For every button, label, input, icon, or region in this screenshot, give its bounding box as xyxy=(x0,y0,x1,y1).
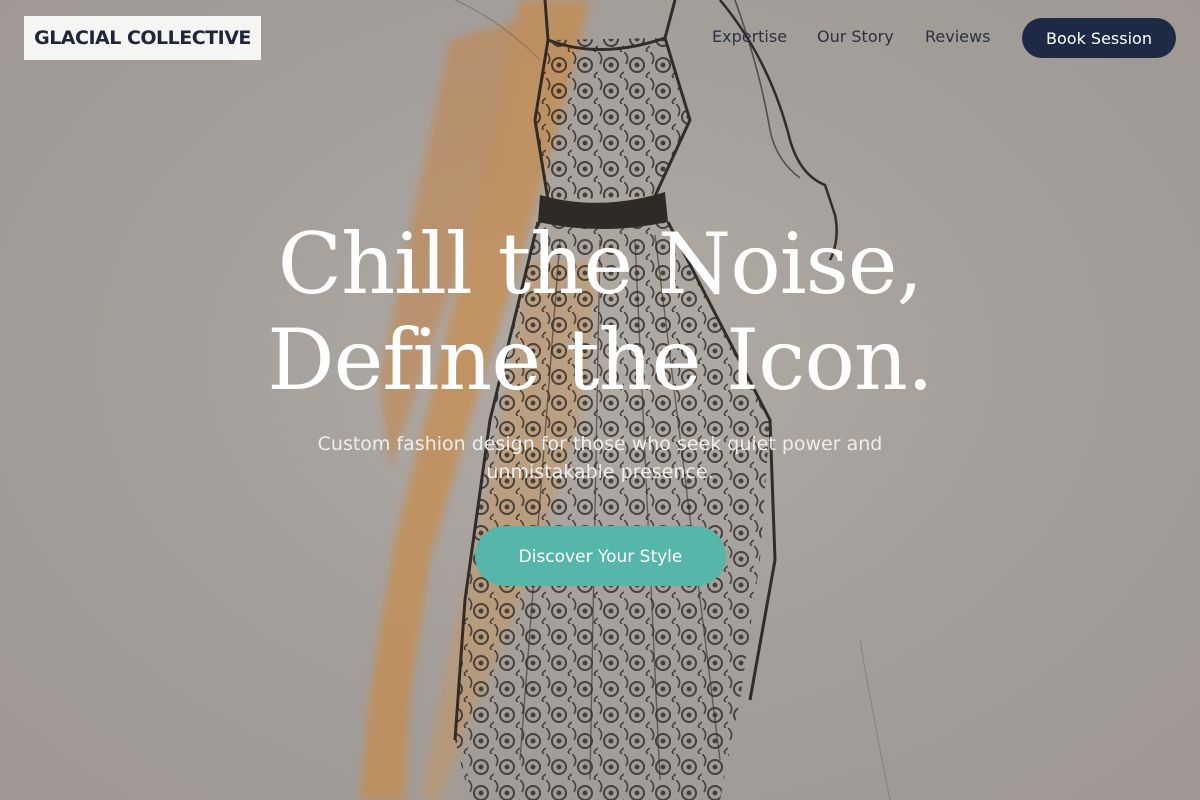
nav-link-reviews[interactable]: Reviews xyxy=(925,26,990,48)
hero-headline-line2: Define the Icon. xyxy=(267,311,933,409)
book-session-button[interactable]: Book Session xyxy=(1022,18,1176,58)
nav-link-our-story[interactable]: Our Story xyxy=(817,26,894,48)
discover-style-button[interactable]: Discover Your Style xyxy=(475,526,726,586)
hero-section: GLACIAL COLLECTIVE Expertise Our Story R… xyxy=(0,0,1200,800)
brand-logo[interactable]: GLACIAL COLLECTIVE xyxy=(24,16,261,60)
hero-subtitle: Custom fashion design for those who seek… xyxy=(317,433,883,483)
hero-headline-line1: Chill the Noise, xyxy=(277,215,923,313)
nav-link-expertise[interactable]: Expertise xyxy=(712,26,787,48)
top-navigation: GLACIAL COLLECTIVE Expertise Our Story R… xyxy=(0,0,1200,76)
